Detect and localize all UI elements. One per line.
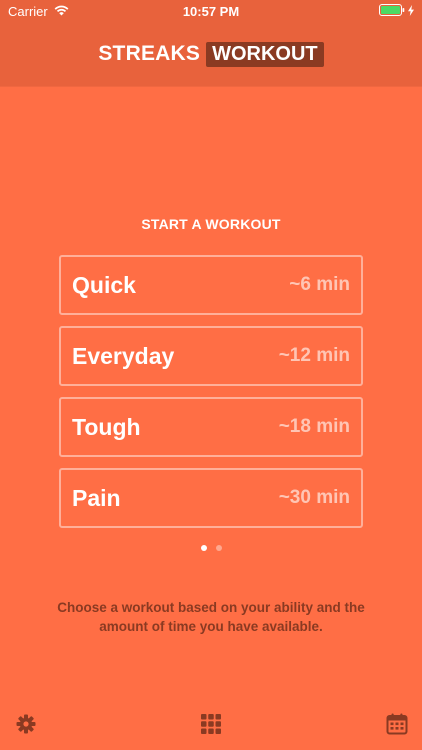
page-dot-active[interactable] [200,545,207,551]
workout-option-quick[interactable]: Quick ~6 min [59,255,363,315]
battery-group [379,4,414,19]
gear-icon[interactable] [15,713,37,735]
section-title: START A WORKOUT [141,216,281,232]
header: Carrier 10:57 PM STREAKS WORKOUT [0,0,422,86]
page-indicator[interactable] [0,545,422,551]
wifi-icon [54,4,69,19]
workout-name: Tough [72,413,141,440]
app-title: STREAKS WORKOUT [0,40,422,68]
workout-name: Everyday [72,342,175,369]
brand-tag: WORKOUT [206,41,324,67]
page-dot[interactable] [215,545,222,551]
workout-name: Pain [72,484,121,511]
helper-text: Choose a workout based on your ability a… [57,600,365,634]
charging-bolt-icon [408,4,414,19]
workout-option-everyday[interactable]: Everyday ~12 min [59,326,363,386]
brand-name: STREAKS [98,42,201,65]
workout-option-tough[interactable]: Tough ~18 min [59,397,363,457]
workout-list: Quick ~6 min Everyday ~12 min Tough ~18 … [59,255,363,539]
app-screen: Carrier 10:57 PM STREAKS WORKOUT START A… [0,0,422,750]
grid-icon[interactable] [200,713,222,735]
workout-duration: ~30 min [278,487,350,508]
status-bar: Carrier 10:57 PM [0,0,422,24]
battery-icon [379,4,405,19]
workout-option-pain[interactable]: Pain ~30 min [59,468,363,528]
workout-duration: ~18 min [278,416,350,437]
workout-duration: ~12 min [278,345,350,366]
workout-name: Quick [72,271,136,298]
calendar-icon[interactable] [386,713,408,735]
carrier-label: Carrier [8,4,48,19]
carrier-group: Carrier [8,4,69,19]
workout-duration: ~6 min [289,274,350,295]
